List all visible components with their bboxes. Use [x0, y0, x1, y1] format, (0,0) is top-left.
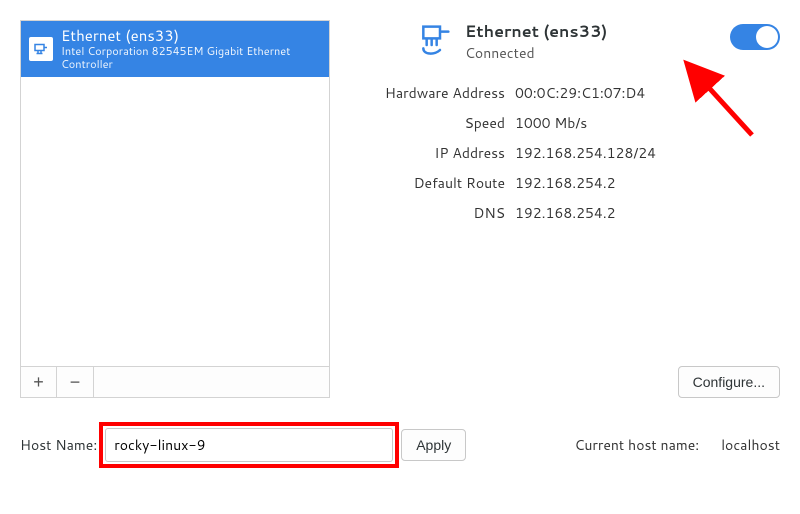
toggle-knob [756, 26, 778, 48]
speed-value: 1000 Mb/s [515, 113, 780, 133]
connection-item-text: Ethernet (ens33) Intel Corporation 82545… [61, 27, 321, 71]
route-label: Default Route [355, 173, 505, 193]
connection-list-panel: Ethernet (ens33) Intel Corporation 82545… [20, 20, 330, 398]
ip-label: IP Address [355, 143, 505, 163]
connection-item-ethernet[interactable]: Ethernet (ens33) Intel Corporation 82545… [21, 21, 329, 77]
hw-address-label: Hardware Address [355, 83, 505, 103]
connection-item-subtitle: Intel Corporation 82545EM Gigabit Ethern… [61, 45, 321, 71]
current-hostname-label: Current host name: [574, 435, 699, 455]
connection-toggle[interactable] [730, 24, 780, 50]
hostname-area: Host Name: Apply Current host name: loca… [0, 408, 800, 482]
hostname-label: Host Name: [20, 435, 97, 455]
detail-header: Ethernet (ens33) Connected [355, 20, 780, 63]
detail-status: Connected [465, 43, 730, 63]
ethernet-icon [29, 37, 53, 61]
hostname-input[interactable] [105, 428, 393, 462]
detail-title: Ethernet (ens33) [465, 20, 730, 43]
connection-list-toolbar: + − [20, 366, 330, 398]
configure-button[interactable]: Configure... [678, 366, 780, 398]
connection-list: Ethernet (ens33) Intel Corporation 82545… [20, 20, 330, 366]
current-hostname-value: localhost [721, 435, 780, 455]
route-value: 192.168.254.2 [515, 173, 780, 193]
detail-grid: Hardware Address 00:0C:29:C1:07:D4 Speed… [355, 83, 780, 223]
ethernet-icon [415, 20, 455, 60]
dns-label: DNS [355, 203, 505, 223]
add-connection-button[interactable]: + [21, 367, 57, 397]
ip-value: 192.168.254.128/24 [515, 143, 780, 163]
detail-header-text: Ethernet (ens33) Connected [465, 20, 730, 63]
speed-label: Speed [355, 113, 505, 133]
hw-address-value: 00:0C:29:C1:07:D4 [515, 83, 780, 103]
dns-value: 192.168.254.2 [515, 203, 780, 223]
remove-connection-button[interactable]: − [57, 367, 93, 397]
apply-button[interactable]: Apply [401, 429, 466, 461]
connection-details-panel: Ethernet (ens33) Connected Hardware Addr… [330, 20, 780, 398]
